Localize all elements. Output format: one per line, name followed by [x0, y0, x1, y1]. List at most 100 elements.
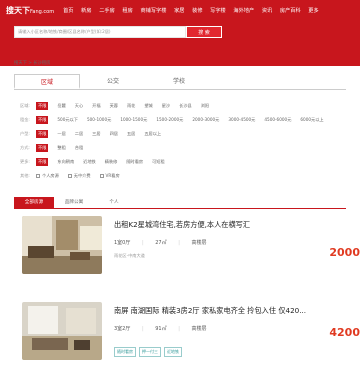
filter-option[interactable]: 1500-2000元: [156, 117, 183, 123]
filter-option[interactable]: 合租: [75, 145, 83, 151]
filter-option[interactable]: 长沙县: [179, 103, 192, 109]
listing-area: 27㎡: [155, 240, 167, 246]
result-tabs: 全部房源 品牌公寓 个人: [14, 197, 346, 209]
filter-label: 租金:: [20, 117, 30, 122]
filter-option[interactable]: 天心: [75, 103, 83, 109]
meta-divider: |: [141, 240, 144, 246]
filter-option[interactable]: 东向朝南: [57, 159, 74, 165]
filter-option[interactable]: 精装修: [105, 159, 118, 165]
listing-region[interactable]: 雨花区-中南大道: [114, 253, 145, 259]
filter-option[interactable]: 可短租: [152, 159, 165, 165]
filter-checkbox[interactable]: VR看房: [99, 173, 120, 179]
filter-row-region: 区域: 不限 岳麓 天心 开福 芙蓉 雨花 望城 星沙 长沙县 浏阳: [20, 99, 340, 113]
filter-option[interactable]: 4500-6000元: [264, 117, 291, 123]
filter-option[interactable]: 6000元以上: [300, 117, 323, 123]
listing-title[interactable]: 出租K2星城湾住宅,若房方便,本人在横写汇: [114, 220, 250, 230]
checkbox-label: VR看房: [105, 173, 120, 178]
filter-checkbox[interactable]: 个人房源: [36, 173, 59, 179]
listing-price: 2000: [329, 246, 360, 259]
listing-floor: 高楼层: [191, 240, 207, 246]
result-tab-brand[interactable]: 品牌公寓: [54, 197, 94, 208]
filter-option[interactable]: 五居以上: [144, 131, 161, 137]
checkbox-icon: [36, 174, 40, 178]
filter-option[interactable]: 不限: [36, 116, 49, 124]
result-tab-personal[interactable]: 个人: [94, 197, 134, 208]
listing-item[interactable]: 出租K2星城湾住宅,若房方便,本人在横写汇 1室0厅 | 27㎡ | 高楼层 雨…: [22, 216, 360, 302]
nav-item-office[interactable]: 写字楼: [210, 8, 226, 14]
nav-item-more[interactable]: 更多: [308, 8, 318, 14]
room-photo-icon: [22, 302, 102, 360]
listing-meta: 3室2厅 | 91㎡ | 高楼层: [114, 325, 217, 332]
listing-tag: 近地铁: [164, 347, 182, 357]
filter-option[interactable]: 五居: [127, 131, 135, 137]
filter-row-rent: 租金: 不限 500元以下 500-1000元 1000-1500元 1500-…: [20, 113, 340, 127]
search-input[interactable]: 请输入小区名称/地铁/商圈/区县名称/户型(如:2居): [14, 26, 186, 38]
filter-option[interactable]: 2000-3000元: [192, 117, 219, 123]
checkbox-icon: [99, 174, 104, 178]
filter-label: 区域:: [20, 103, 30, 108]
nav-item-second[interactable]: 二手房: [99, 8, 115, 14]
tab-region[interactable]: 区域: [14, 74, 80, 89]
meta-divider: |: [178, 240, 180, 246]
result-tab-all[interactable]: 全部房源: [14, 197, 54, 208]
listing-photo[interactable]: [22, 302, 102, 360]
search-button[interactable]: 搜 索: [186, 26, 222, 38]
listing-area: 91㎡: [155, 326, 167, 332]
listing-title[interactable]: 南屏 南湖国际 精装3房2厅 家私家电齐全 拎包入住 仅420...: [114, 306, 306, 316]
filter-option[interactable]: 不限: [36, 130, 49, 138]
site-logo[interactable]: 搜天下Fang.com: [6, 5, 54, 16]
nav-item-shop[interactable]: 商铺写字楼: [140, 8, 166, 14]
nav-item-home[interactable]: 首页: [63, 8, 73, 14]
listing-tags: 随时看房 押一付三 近地铁: [114, 347, 182, 357]
listing-price: 4200: [329, 326, 360, 339]
listing-item[interactable]: 南屏 南湖国际 精装3房2厅 家私家电齐全 拎包入住 仅420... 3室2厅 …: [22, 302, 360, 388]
search-banner: 请输入小区名称/地铁/商圈/区县名称/户型(如:2居) 搜 索: [0, 20, 360, 66]
filter-row-type: 方式: 不限 整租 合租: [20, 141, 340, 155]
filter-option[interactable]: 四居: [110, 131, 118, 137]
nav-item-wiki[interactable]: 房产百科: [280, 8, 301, 14]
filter-option[interactable]: 望城: [144, 103, 152, 109]
filter-option[interactable]: 不限: [36, 102, 49, 110]
filter-option[interactable]: 随时看房: [126, 159, 143, 165]
filter-option[interactable]: 不限: [36, 144, 49, 152]
nav-item-renovation[interactable]: 装修: [192, 8, 202, 14]
top-nav: 首页 新房 二手房 租房 商铺写字楼 家居 装修 写字楼 海外地产 资讯 房产百…: [63, 7, 325, 14]
filter-checkbox[interactable]: 无中介费: [67, 173, 91, 179]
filter-option[interactable]: 二居: [75, 131, 83, 137]
filter-option[interactable]: 近地铁: [83, 159, 96, 165]
filter-option[interactable]: 整租: [57, 145, 65, 151]
filter-option[interactable]: 芙蓉: [110, 103, 118, 109]
nav-item-news[interactable]: 资讯: [262, 8, 272, 14]
room-photo-icon: [22, 216, 102, 274]
filter-option[interactable]: 1000-1500元: [120, 117, 147, 123]
filter-option[interactable]: 500元以下: [57, 117, 78, 123]
tab-school[interactable]: 学校: [146, 74, 212, 89]
filter-option[interactable]: 雨花: [127, 103, 135, 109]
filter-option[interactable]: 开福: [92, 103, 100, 109]
filter-row-more: 更多: 不限 东向朝南 近地铁 精装修 随时看房 可短租: [20, 155, 340, 169]
filter-label: 方式:: [20, 145, 30, 150]
filter-option[interactable]: 浏阳: [201, 103, 209, 109]
nav-item-overseas[interactable]: 海外地产: [233, 8, 254, 14]
filter-option[interactable]: 三居: [92, 131, 100, 137]
filter-option[interactable]: 星沙: [162, 103, 170, 109]
filter-option[interactable]: 500-1000元: [87, 117, 111, 123]
filter-option[interactable]: 岳麓: [57, 103, 65, 109]
listing-layout: 3室2厅: [114, 326, 131, 332]
filter-tabs: 区域 公交 学校: [14, 74, 346, 90]
filter-option[interactable]: 一居: [57, 131, 65, 137]
filter-option[interactable]: 3000-4500元: [228, 117, 255, 123]
filter-label: 其他:: [20, 173, 30, 178]
tab-transit[interactable]: 公交: [80, 74, 146, 89]
filter-panel: 区域: 不限 岳麓 天心 开福 芙蓉 雨花 望城 星沙 长沙县 浏阳 租金: 不…: [20, 99, 340, 183]
filter-row-layout: 户型: 不限 一居 二居 三居 四居 五居 五居以上: [20, 127, 340, 141]
nav-item-home-deco[interactable]: 家居: [174, 8, 184, 14]
nav-item-new[interactable]: 新房: [81, 8, 91, 14]
filter-row-other: 其他: 个人房源 无中介费 VR看房: [20, 169, 340, 183]
checkbox-icon: [67, 174, 72, 178]
meta-divider: |: [178, 326, 180, 332]
listing-photo[interactable]: [22, 216, 102, 274]
nav-item-rent[interactable]: 租房: [122, 8, 132, 14]
filter-option[interactable]: 不限: [36, 158, 49, 166]
listing-layout: 1室0厅: [114, 240, 131, 246]
